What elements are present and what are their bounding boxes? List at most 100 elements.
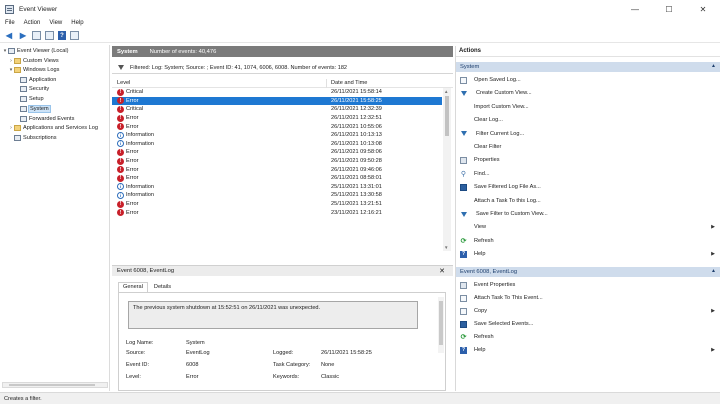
event-list-scrollbar[interactable]: ▲ ▼ (443, 88, 451, 251)
menu-file[interactable]: File (5, 20, 15, 26)
event-row[interactable]: ! Critical 26/11/2021 15:58:14 (112, 88, 442, 97)
tree-item[interactable]: Setup (14, 95, 44, 103)
action-item[interactable]: Save Filter to Custom View... (456, 209, 720, 219)
menu-help[interactable]: Help (71, 20, 83, 26)
action-item[interactable]: ? Help ▶ (456, 345, 720, 355)
action-item[interactable]: Clear Filter (456, 142, 720, 152)
status-text: Creates a filter. (4, 395, 42, 402)
scroll-down-arrow-icon[interactable]: ▼ (444, 245, 448, 250)
close-button[interactable]: ✕ (686, 0, 720, 18)
filter-icon (461, 131, 467, 137)
action-item[interactable]: View ▶ (456, 222, 720, 232)
action-item[interactable]: Clear Log... (456, 115, 720, 125)
event-row[interactable]: i Information 26/11/2021 10:13:13 (112, 131, 442, 140)
event-level: Critical (126, 106, 144, 113)
tree-horizontal-scrollbar[interactable] (2, 382, 108, 388)
action-item[interactable]: Copy ▶ (456, 306, 720, 316)
action-item[interactable]: Properties (456, 155, 720, 165)
event-row[interactable]: i Information 26/11/2021 10:13:08 (112, 140, 442, 149)
show-hide-tree-icon[interactable] (45, 31, 54, 40)
close-detail-icon[interactable]: ✕ (439, 267, 445, 275)
event-row[interactable]: ! Error 26/11/2021 15:58:25 (112, 96, 442, 106)
back-arrow-icon[interactable]: ◀ (4, 31, 14, 41)
help-icon[interactable]: ? (58, 31, 66, 40)
document-icon (460, 294, 467, 302)
action-item[interactable]: Save Filtered Log File As... (456, 182, 720, 192)
tab-general[interactable]: General (118, 282, 148, 292)
event-date-time: 26/11/2021 10:13:08 (331, 140, 382, 147)
log-icon (20, 86, 27, 92)
action-item[interactable]: Import Custom View... (456, 102, 720, 112)
minimize-button[interactable]: — (618, 0, 652, 18)
show-hide-action-pane-icon[interactable] (70, 31, 79, 40)
submenu-arrow-icon: ▶ (711, 224, 715, 231)
tree-item[interactable]: System (14, 105, 51, 113)
action-item[interactable]: ⟳ Refresh (456, 236, 720, 246)
tree-item[interactable]: ▾ Windows Logs (8, 66, 59, 74)
tree-item[interactable]: Application (14, 76, 56, 84)
action-item[interactable]: Attach a Task To this Log... (456, 196, 720, 206)
event-row[interactable]: ! Error 23/11/2021 12:16:21 (112, 208, 442, 217)
event-row[interactable]: ! Error 26/11/2021 08:58:01 (112, 174, 442, 183)
event-date-time: 26/11/2021 12:32:51 (331, 115, 382, 122)
tree-item[interactable]: Security (14, 85, 49, 93)
menu-action[interactable]: Action (24, 20, 41, 26)
log-icon (20, 106, 27, 112)
maximize-button[interactable]: ☐ (652, 0, 686, 18)
column-header-level[interactable]: Level (117, 80, 130, 86)
detail-scrollbar[interactable] (438, 297, 444, 353)
section-label: Event 6008, EventLog (460, 269, 518, 275)
tab-details[interactable]: Details (148, 282, 177, 292)
collapse-arrow-icon[interactable]: ▲ (711, 268, 716, 274)
up-folder-icon[interactable] (32, 31, 41, 40)
action-item[interactable]: ⚲ Find... (456, 169, 720, 179)
action-label: Create Custom View... (476, 90, 532, 97)
scrollbar-thumb[interactable] (445, 96, 449, 136)
event-row[interactable]: ! Error 26/11/2021 12:32:51 (112, 114, 442, 123)
forward-arrow-icon[interactable]: ▶ (18, 31, 28, 41)
error-icon: ! (117, 174, 124, 182)
event-list: Level Date and Time ! Critical 26/11/2021 … (112, 79, 453, 251)
tree-item[interactable]: Forwarded Events (14, 115, 74, 123)
action-item[interactable]: Attach Task To This Event... (456, 293, 720, 303)
event-row[interactable]: ! Critical 26/11/2021 12:32:39 (112, 105, 442, 114)
event-row[interactable]: ! Error 26/11/2021 09:50:28 (112, 157, 442, 166)
event-date-time: 26/11/2021 09:58:06 (331, 149, 382, 156)
collapse-arrow-icon[interactable]: ▲ (711, 63, 716, 69)
event-row[interactable]: ! Error 25/11/2021 13:21:51 (112, 200, 442, 209)
action-label: Refresh (474, 334, 494, 340)
error-icon: ! (117, 200, 124, 208)
event-level: Error (126, 149, 139, 156)
action-item[interactable]: Create Custom View... (456, 88, 720, 98)
action-item[interactable]: Filter Current Log... (456, 129, 720, 139)
action-item[interactable]: Save Selected Events... (456, 319, 720, 329)
tree-item[interactable]: Subscriptions (8, 134, 57, 142)
action-item[interactable]: ? Help ▶ (456, 249, 720, 259)
event-row[interactable]: ! Error 26/11/2021 09:58:06 (112, 148, 442, 157)
column-separator[interactable] (326, 79, 327, 88)
menu-view[interactable]: View (49, 20, 62, 26)
submenu-arrow-icon: ▶ (711, 251, 715, 258)
actions-section-event[interactable]: Event 6008, EventLog ▲ (456, 267, 720, 277)
properties-icon (460, 281, 467, 289)
scroll-up-arrow-icon[interactable]: ▲ (444, 89, 448, 94)
event-row[interactable]: ! Error 26/11/2021 10:55:06 (112, 122, 442, 131)
tree-item[interactable]: › Applications and Services Log (8, 124, 98, 132)
action-item[interactable]: Open Saved Log... (456, 75, 720, 85)
event-row[interactable]: i Information 25/11/2021 13:30:58 (112, 191, 442, 200)
column-header-date-time[interactable]: Date and Time (331, 80, 367, 86)
status-bar: Creates a filter. (0, 392, 720, 404)
label-logged: Logged: (273, 350, 294, 356)
event-row[interactable]: ! Error 26/11/2021 09:46:06 (112, 165, 442, 174)
event-row[interactable]: i Information 25/11/2021 13:31:01 (112, 183, 442, 192)
action-item[interactable]: Event Properties (456, 280, 720, 290)
error-icon: ! (117, 157, 124, 165)
event-detail-body: The previous system shutdown at 15:52:51… (118, 292, 446, 391)
menu-bar: File Action View Help (0, 18, 720, 28)
tree-item[interactable]: ▾ Event Viewer (Local) (2, 47, 69, 55)
action-item[interactable]: ⟳ Refresh (456, 332, 720, 342)
action-label: Find... (474, 170, 490, 177)
tree-item[interactable]: › Custom Views (8, 57, 59, 65)
actions-section-system[interactable]: System ▲ (456, 62, 720, 72)
error-icon: ! (117, 114, 124, 122)
